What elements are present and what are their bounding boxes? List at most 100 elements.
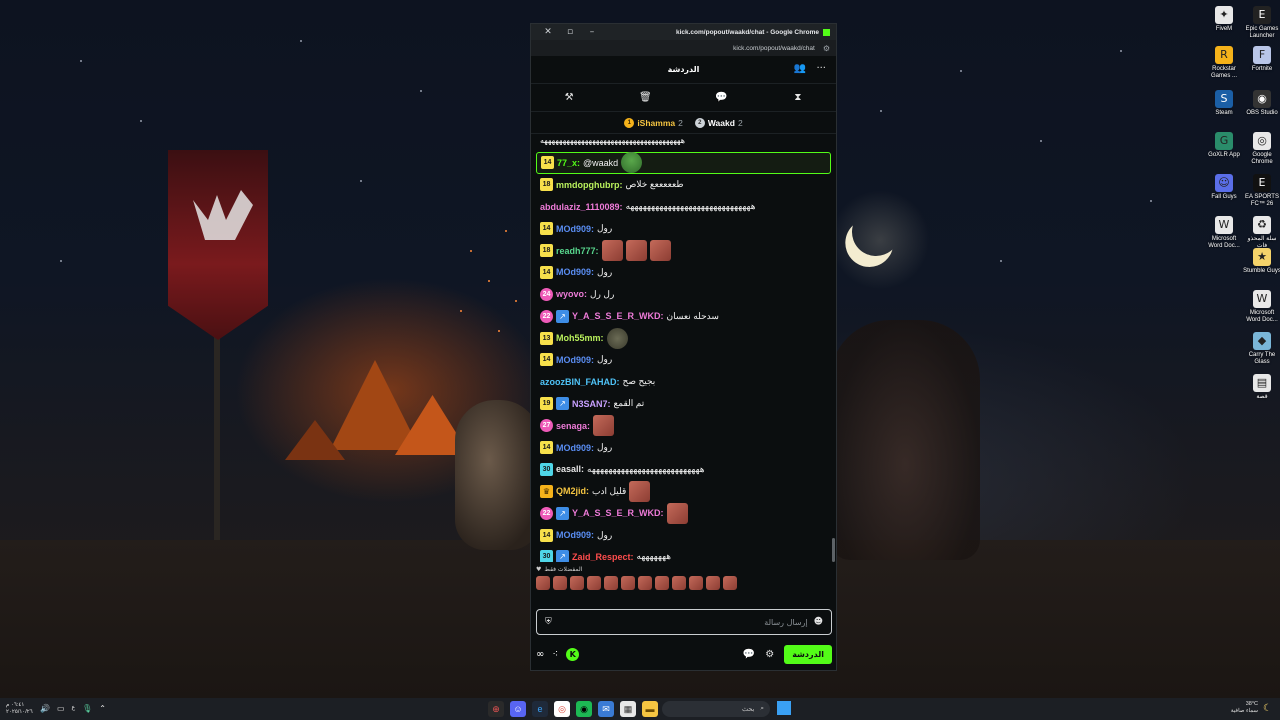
chat-username[interactable]: MOd909: <box>556 224 594 234</box>
chat-message[interactable]: 14 77_x: @waakd <box>536 152 831 174</box>
shield-icon[interactable]: ⛨ <box>545 617 552 627</box>
microphone-icon[interactable]: 🎙 <box>82 704 92 713</box>
chat-message[interactable]: 22 ↗ Y_A_S_S_E_R_WKD: سدحله نعسان <box>536 305 831 327</box>
chat-message[interactable]: 14 MOd909: رول <box>536 524 831 546</box>
desktop-shortcut[interactable]: ★ Stumble Guys <box>1242 248 1280 275</box>
chevron-up-icon[interactable]: ⌃ <box>99 704 106 713</box>
url-text[interactable]: kick.com/popout/waakd/chat <box>733 45 815 52</box>
chat-message[interactable]: azoozBIN_FAHAD: بجيح صح <box>536 371 831 393</box>
favorite-emote[interactable] <box>553 576 567 590</box>
windows-start-icon[interactable] <box>777 701 791 715</box>
volume-icon[interactable]: 🔊 <box>40 704 50 713</box>
chat-username[interactable]: MOd909: <box>556 443 594 453</box>
desktop-shortcut[interactable]: G GoXLR App <box>1204 132 1244 159</box>
edge-icon[interactable]: e <box>532 701 548 717</box>
chrome-icon[interactable]: ◎ <box>554 701 570 717</box>
chat-username[interactable]: Zaid_Respect: <box>572 552 634 562</box>
language-indicator[interactable]: ع <box>72 704 76 713</box>
taskbar-search[interactable]: بحث ⌕ <box>662 701 770 717</box>
chat-bubble-icon[interactable]: 💬 <box>743 649 755 660</box>
chat-message[interactable]: 19 ↗ N3SAN7: تم القمع <box>536 393 831 415</box>
chat-message[interactable]: 22 ↗ Y_A_S_S_E_R_WKD: <box>536 502 831 524</box>
close-window-icon[interactable]: ✕ <box>537 27 559 37</box>
weather-widget[interactable]: 38°C سماء صافية <box>1231 701 1258 715</box>
network-icon[interactable]: ▭ <box>57 704 65 713</box>
folder-icon[interactable]: ▬ <box>642 701 658 717</box>
chat-message[interactable]: 14 MOd909: رول <box>536 218 831 240</box>
spotify-icon[interactable]: ◉ <box>576 701 592 717</box>
chat-username[interactable]: 77_x: <box>557 158 580 168</box>
favorite-emote[interactable] <box>587 576 601 590</box>
settings-gear-icon[interactable]: ⚙ <box>765 649 774 660</box>
desktop-shortcut[interactable]: W Microsoft Word Doc... <box>1204 216 1244 250</box>
kick-logo-icon[interactable]: K <box>566 647 580 661</box>
chat-username[interactable]: azoozBIN_FAHAD: <box>540 377 620 387</box>
slow-mode-hourglass-icon[interactable]: ⧗ <box>788 92 808 103</box>
app-icon[interactable]: ⊕ <box>488 701 504 717</box>
minimize-window-icon[interactable]: – <box>581 27 603 37</box>
chat-send-button[interactable]: الدردشة <box>784 644 832 664</box>
favorite-emote[interactable] <box>604 576 618 590</box>
chat-message-list[interactable]: ههههههههههههههههههههههههههههههههههههههه … <box>531 134 836 562</box>
chat-message[interactable]: 24 wyovo: رل رل <box>536 283 831 305</box>
desktop-shortcut[interactable]: ☺ Fall Guys <box>1204 174 1244 201</box>
discord-icon[interactable]: ☺ <box>510 701 526 717</box>
maximize-window-icon[interactable]: ▫ <box>559 27 581 37</box>
chat-message[interactable]: abdulaziz_1110089: هههههههههههههههههههههه… <box>536 196 831 218</box>
favorite-emote[interactable] <box>672 576 686 590</box>
users-icon[interactable]: 👥 <box>794 63 806 74</box>
chat-username[interactable]: MOd909: <box>556 267 594 277</box>
chat-username[interactable]: abdulaziz_1110089: <box>540 202 623 212</box>
favorite-emote[interactable] <box>570 576 584 590</box>
infinity-icon[interactable]: ∞ <box>536 649 544 660</box>
chat-username[interactable]: QM2jid: <box>556 486 589 496</box>
desktop-shortcut[interactable]: ◎ Google Chrome <box>1242 132 1280 166</box>
chat-username[interactable]: mmdopghubrp: <box>556 180 623 190</box>
top-gifter[interactable]: 2 Waakd 2 <box>694 117 743 128</box>
desktop-shortcut[interactable]: ◉ OBS Studio <box>1242 90 1280 117</box>
chat-message[interactable]: 13 Moh55mm: <box>536 327 831 349</box>
desktop-shortcut[interactable]: W Microsoft Word Doc... <box>1242 290 1280 324</box>
clear-chat-trash-icon[interactable]: 🗑 <box>635 92 655 103</box>
favorite-emote[interactable] <box>621 576 635 590</box>
taskbar-clock[interactable]: ٠٦:٤١ م ٢٠٢٥/١٠/٢٦ <box>6 702 33 716</box>
mail-icon[interactable]: ✉ <box>598 701 614 717</box>
chat-username[interactable]: readh777: <box>556 246 599 256</box>
chat-username[interactable]: MOd909: <box>556 355 594 365</box>
desktop-shortcut[interactable]: S Steam <box>1204 90 1244 117</box>
chat-mode-icon[interactable]: 💬 <box>712 92 732 103</box>
chat-username[interactable]: N3SAN7: <box>572 399 611 409</box>
chat-input-box[interactable]: ⛨ إرسال رسالة ☻ <box>536 609 832 635</box>
store-icon[interactable]: ▦ <box>620 701 636 717</box>
favorite-emote[interactable] <box>723 576 737 590</box>
chat-message[interactable]: ♛ QM2jid: قليل ادب <box>536 480 831 502</box>
chat-message[interactable]: 18 readh777: <box>536 240 831 262</box>
chat-message[interactable]: 30 ↗ Zaid_Respect: هههههههه <box>536 546 831 562</box>
emoji-picker-icon[interactable]: ☻ <box>814 617 823 627</box>
chat-message[interactable]: 14 MOd909: رول <box>536 437 831 459</box>
ban-hammer-icon[interactable]: ⚒ <box>559 92 579 103</box>
dots-icon[interactable]: ⁖ <box>552 649 558 660</box>
chat-username[interactable]: MOd909: <box>556 530 594 540</box>
chat-message[interactable]: 30 easall: هههههههههههههههههههههههههههه <box>536 458 831 480</box>
chat-username[interactable]: Y_A_S_S_E_R_WKD: <box>572 311 664 321</box>
chat-message[interactable]: 14 MOd909: رول <box>536 261 831 283</box>
desktop-shortcut[interactable]: ♻ سلة المحذو فات <box>1242 216 1280 250</box>
chat-username[interactable]: Moh55mm: <box>556 333 604 343</box>
chat-username[interactable]: easall: <box>556 464 584 474</box>
favorite-emote[interactable] <box>536 576 550 590</box>
desktop-shortcut[interactable]: ✦ FiveM <box>1204 6 1244 33</box>
favorite-emote[interactable] <box>706 576 720 590</box>
top-gifter[interactable]: 1 iShamma 2 <box>624 117 683 128</box>
desktop-shortcut[interactable]: F Fortnite <box>1242 46 1280 73</box>
chat-scrollbar[interactable] <box>832 538 835 562</box>
chat-username[interactable]: Y_A_S_S_E_R_WKD: <box>572 508 664 518</box>
chat-message[interactable]: 18 mmdopghubrp: طعععععع خلاص <box>536 174 831 196</box>
desktop-shortcut[interactable]: ▤ قصة <box>1242 374 1280 401</box>
chat-username[interactable]: senaga: <box>556 421 590 431</box>
chat-username[interactable]: wyovo: <box>556 289 587 299</box>
favorite-emote[interactable] <box>638 576 652 590</box>
desktop-shortcut[interactable]: ◆ Carry The Glass <box>1242 332 1280 366</box>
favorite-emote[interactable] <box>689 576 703 590</box>
chat-message[interactable]: 27 senaga: <box>536 415 831 437</box>
